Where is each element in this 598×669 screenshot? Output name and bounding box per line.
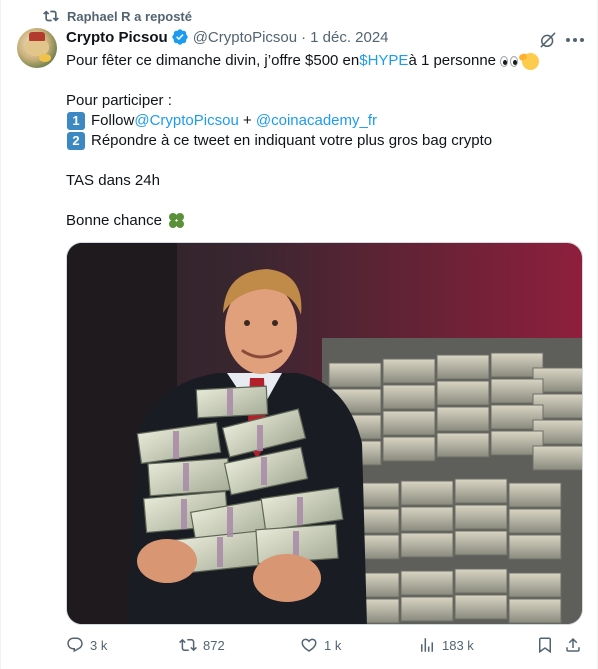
keycap-one-icon: 1	[67, 112, 85, 130]
tweet-text: Pour fêter ce dimanche divin, j’offre $5…	[66, 51, 581, 231]
participate-heading: Pour participer :	[66, 92, 172, 109]
repost-icon	[43, 10, 59, 22]
like-count: 1 k	[324, 637, 342, 653]
more-options-icon[interactable]	[563, 30, 587, 50]
mention-coinacademy-link[interactable]: @coinacademy_fr	[256, 111, 377, 131]
photo-man-holding-cash	[67, 243, 582, 624]
reply-count: 3 k	[90, 637, 108, 653]
avatar-coin-shape	[39, 54, 51, 62]
tweet-card[interactable]: Raphael R a reposté Crypto Picsou @Crypt…	[0, 0, 598, 669]
four-leaf-clover-emoji-icon	[167, 212, 185, 230]
tweet-line-1: Pour fêter ce dimanche divin, j’offre $5…	[66, 51, 581, 71]
luck-line: Bonne chance	[66, 211, 581, 231]
tas-line: TAS dans 24h	[66, 172, 160, 189]
share-icon	[566, 637, 580, 652]
like-button[interactable]: 1 k	[300, 636, 341, 654]
avatar[interactable]	[17, 28, 57, 68]
bookmark-button[interactable]	[536, 636, 554, 654]
tweet-header: Crypto Picsou @CryptoPicsou · 1 déc. 202…	[66, 28, 389, 46]
reply-icon	[67, 637, 83, 653]
views-count: 183 k	[442, 637, 474, 653]
reply-button[interactable]: 3 k	[66, 636, 107, 654]
author-handle[interactable]: @CryptoPicsou	[193, 29, 297, 46]
verified-badge-icon[interactable]	[171, 28, 189, 46]
keycap-two-icon: 2	[67, 132, 85, 150]
repost-indicator[interactable]: Raphael R a reposté	[43, 8, 192, 24]
author-name[interactable]: Crypto Picsou	[66, 29, 168, 46]
grok-icon[interactable]	[538, 30, 558, 50]
eyes-emoji-icon	[500, 55, 519, 67]
bookmark-icon	[539, 637, 551, 654]
step-2-line: 2 Répondre à ce tweet en indiquant votre…	[66, 131, 581, 151]
tweet-date[interactable]: 1 déc. 2024	[310, 29, 388, 46]
share-button[interactable]	[564, 636, 582, 654]
tweet-actions: 3 k 872 1 k 183 k	[66, 636, 586, 660]
repost-count: 872	[203, 637, 225, 653]
avatar-hat-shape	[29, 32, 45, 41]
header-separator: ·	[301, 28, 307, 46]
mention-cryptopicsou-link[interactable]: @CryptoPicsou	[134, 111, 238, 131]
views-chart-icon	[421, 638, 433, 652]
cashtag-link[interactable]: $HYPE	[359, 51, 408, 71]
views-button[interactable]: 183 k	[418, 636, 474, 654]
repost-action-icon	[179, 638, 197, 652]
step-1-line: 1 Follow @CryptoPicsou + @coinacademy_fr	[66, 111, 581, 131]
repost-button[interactable]: 872	[179, 636, 225, 654]
repost-text: Raphael R a reposté	[67, 8, 192, 24]
saluting-face-emoji-icon	[522, 52, 540, 70]
heart-icon	[301, 638, 317, 652]
tweet-photo[interactable]	[66, 242, 583, 625]
